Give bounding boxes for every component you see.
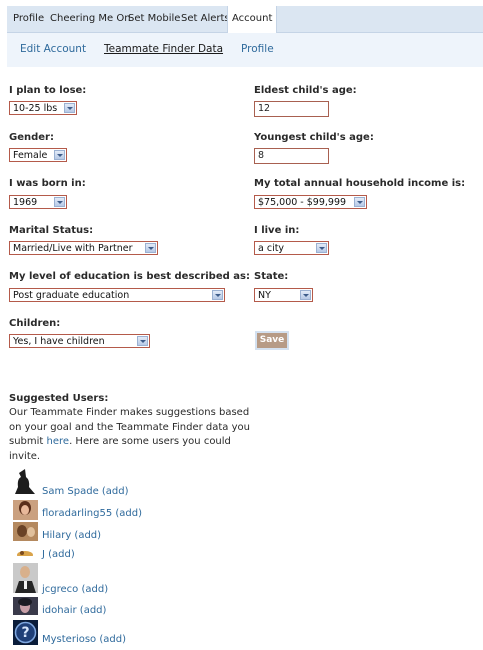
education-value: Post graduate education — [13, 290, 130, 301]
tab-profile[interactable]: Profile — [13, 6, 44, 32]
state-select[interactable]: NY — [254, 288, 313, 302]
eldest-label: Eldest child's age: — [254, 85, 357, 96]
subnav-edit-account[interactable]: Edit Account — [20, 33, 86, 65]
avatar[interactable] — [16, 545, 34, 556]
eldest-age-value: 12 — [258, 103, 271, 114]
suggested-user-sam-spade: Sam Spade (add) — [42, 486, 129, 497]
suggested-user-j: J (add) — [42, 549, 75, 560]
chevron-down-icon — [64, 103, 75, 113]
user-link[interactable]: Sam Spade — [42, 486, 99, 497]
user-link[interactable]: jcgreco — [42, 584, 78, 595]
lose-value: 10-25 lbs — [13, 103, 58, 114]
user-photo-icon — [13, 563, 38, 593]
youngest-age-input[interactable]: 8 — [254, 148, 329, 164]
born-value: 1969 — [13, 197, 38, 208]
children-select[interactable]: Yes, I have children — [9, 334, 150, 348]
income-label: My total annual household income is: — [254, 178, 466, 189]
chevron-down-icon — [300, 290, 311, 300]
user-link[interactable]: floradarling55 — [42, 508, 112, 519]
live-value: a city — [258, 243, 285, 254]
eldest-age-input[interactable]: 12 — [254, 101, 329, 117]
suggested-user-floradarling55: floradarling55 (add) — [42, 508, 142, 519]
state-value: NY — [258, 290, 271, 301]
avatar[interactable]: ? — [13, 620, 38, 645]
born-label: I was born in: — [9, 178, 86, 189]
marital-select[interactable]: Married/Live with Partner — [9, 241, 158, 255]
tab-set-alerts[interactable]: Set Alerts — [181, 6, 230, 32]
suggested-users-title: Suggested Users: — [9, 393, 109, 404]
children-value: Yes, I have children — [13, 336, 105, 347]
user-photo-icon — [13, 522, 38, 541]
user-link[interactable]: idohair — [42, 605, 77, 616]
chevron-down-icon — [54, 150, 65, 160]
children-label: Children: — [9, 318, 61, 329]
subnav-profile[interactable]: Profile — [241, 33, 274, 65]
chevron-down-icon — [316, 243, 327, 253]
chevron-down-icon — [212, 290, 223, 300]
suggested-user-jcgreco: jcgreco (add) — [42, 584, 108, 595]
silhouette-avatar-icon — [13, 467, 38, 495]
user-link[interactable]: Mysterioso — [42, 634, 96, 645]
marital-value: Married/Live with Partner — [13, 243, 133, 254]
user-photo-icon — [13, 500, 38, 520]
avatar[interactable] — [13, 467, 38, 495]
marital-label: Marital Status: — [9, 225, 94, 236]
user-link[interactable]: Hilary — [42, 530, 71, 541]
add-user-button[interactable]: (add) — [81, 584, 108, 595]
avatar[interactable] — [13, 500, 38, 520]
question-mark-avatar-icon: ? — [13, 620, 38, 645]
tab-set-mobile[interactable]: Set Mobile — [128, 6, 180, 32]
lose-select[interactable]: 10-25 lbs — [9, 101, 77, 115]
svg-text:?: ? — [21, 625, 29, 641]
user-link[interactable]: J — [42, 549, 45, 560]
sub-navigation: Edit Account Teammate Finder Data Profil… — [7, 33, 483, 67]
live-label: I live in: — [254, 225, 300, 236]
gender-select[interactable]: Female — [9, 148, 67, 162]
chevron-down-icon — [54, 197, 65, 207]
add-user-button[interactable]: (add) — [48, 549, 75, 560]
suggested-user-hilary: Hilary (add) — [42, 530, 101, 541]
user-photo-icon — [16, 549, 34, 556]
chevron-down-icon — [354, 197, 365, 207]
save-button[interactable]: Save — [255, 331, 289, 350]
add-user-button[interactable]: (add) — [74, 530, 101, 541]
chevron-down-icon — [145, 243, 156, 253]
add-user-button[interactable]: (add) — [80, 605, 107, 616]
state-label: State: — [254, 271, 289, 282]
tab-cheering-me-on[interactable]: Cheering Me On — [50, 6, 131, 32]
subnav-teammate-finder-data[interactable]: Teammate Finder Data — [104, 33, 223, 65]
add-user-button[interactable]: (add) — [99, 634, 126, 645]
education-label: My level of education is best described … — [9, 271, 250, 282]
avatar[interactable] — [13, 563, 38, 593]
add-user-button[interactable]: (add) — [115, 508, 142, 519]
born-select[interactable]: 1969 — [9, 195, 67, 209]
income-select[interactable]: $75,000 - $99,999 — [254, 195, 367, 209]
suggested-user-idohair: idohair (add) — [42, 605, 106, 616]
youngest-age-value: 8 — [258, 150, 265, 161]
live-select[interactable]: a city — [254, 241, 329, 255]
suggested-user-mysterioso: Mysterioso (add) — [42, 634, 126, 645]
gender-value: Female — [13, 150, 48, 161]
user-photo-icon — [13, 597, 38, 615]
add-user-button[interactable]: (add) — [102, 486, 129, 497]
here-link[interactable]: here — [47, 436, 70, 447]
avatar[interactable] — [13, 597, 38, 615]
gender-label: Gender: — [9, 132, 54, 143]
suggested-users-description: Our Teammate Finder makes suggestions ba… — [9, 406, 259, 464]
youngest-label: Youngest child's age: — [254, 132, 374, 143]
avatar[interactable] — [13, 522, 38, 541]
education-select[interactable]: Post graduate education — [9, 288, 225, 302]
income-value: $75,000 - $99,999 — [258, 197, 347, 208]
chevron-down-icon — [137, 336, 148, 346]
lose-label: I plan to lose: — [9, 85, 87, 96]
top-navigation: Profile Cheering Me On Set Mobile Set Al… — [7, 6, 483, 33]
tab-account[interactable]: Account — [227, 6, 278, 33]
